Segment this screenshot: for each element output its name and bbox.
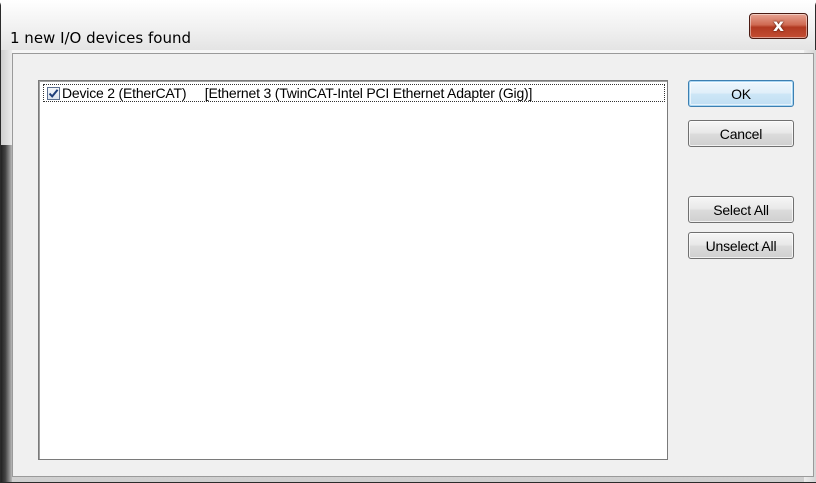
device-label: Device 2 (EtherCAT) [Ethernet 3 (TwinCAT… [62, 85, 533, 101]
device-list[interactable]: Device 2 (EtherCAT) [Ethernet 3 (TwinCAT… [38, 80, 668, 460]
select-all-button[interactable]: Select All [688, 196, 794, 223]
left-window-frame-shadow [1, 145, 12, 482]
close-icon: x [773, 15, 784, 36]
ok-button[interactable]: OK [688, 80, 794, 107]
device-checkbox[interactable] [47, 86, 60, 100]
dialog-title: 1 new I/O devices found [10, 29, 191, 47]
list-item-device-2[interactable]: Device 2 (EtherCAT) [Ethernet 3 (TwinCAT… [43, 84, 665, 102]
checkmark-icon [48, 88, 59, 98]
close-button[interactable]: x [749, 13, 808, 39]
cancel-button[interactable]: Cancel [688, 120, 794, 147]
dialog-window: 1 new I/O devices found x Device 2 (Ethe… [0, 0, 816, 483]
unselect-all-button[interactable]: Unselect All [688, 232, 794, 259]
title-bar[interactable]: 1 new I/O devices found x [1, 0, 815, 50]
